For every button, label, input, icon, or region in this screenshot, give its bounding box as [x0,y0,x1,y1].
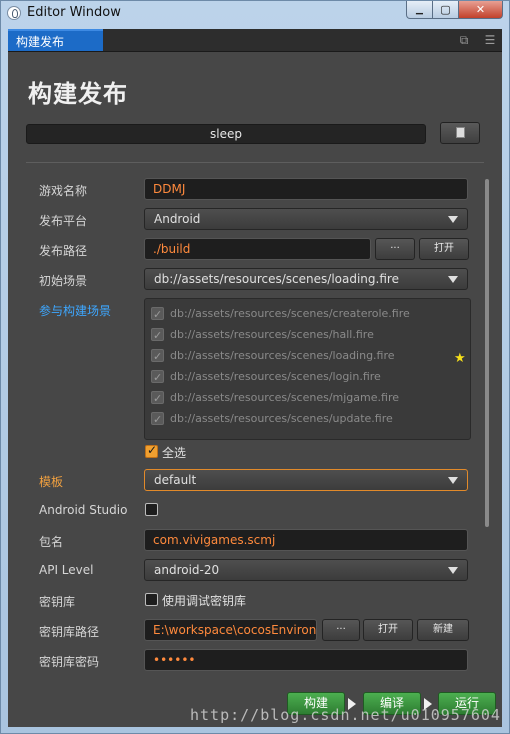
title-bar[interactable]: Editor Window ▁ ▢ ✕ [1,1,509,25]
scene-checkbox[interactable] [151,348,164,365]
android-studio-label: Android Studio [39,503,128,517]
platform-value: Android [154,212,201,226]
build-path-open-button[interactable]: 打开 [419,238,469,260]
scene-item[interactable]: db://assets/resources/scenes/hall.fire [151,326,374,344]
keystore-browse-button[interactable]: ··· [322,619,360,641]
keystore-label: 密钥库 [39,595,76,609]
minimize-button[interactable]: ▁ [406,1,433,19]
scene-item[interactable]: db://assets/resources/scenes/loading.fir… [151,347,395,365]
divider [26,162,484,163]
close-button[interactable]: ✕ [459,1,503,19]
template-label: 模板 [39,475,64,489]
keystore-password-label: 密钥库密码 [39,655,100,669]
app-icon [7,6,21,20]
chevron-down-icon [448,216,458,223]
template-value: default [154,473,197,487]
maximize-icon: ▢ [440,3,451,16]
build-path-label: 发布路径 [39,244,88,258]
start-scene-label: 初始场景 [39,274,88,288]
start-scene-value: db://assets/resources/scenes/loading.fir… [154,272,399,286]
api-level-select[interactable]: android-20 [144,559,468,581]
keystore-password-input[interactable]: •••••• [144,649,468,671]
game-name-input[interactable]: DDMJ [144,178,468,200]
minimize-icon: ▁ [416,4,423,15]
scene-item[interactable]: db://assets/resources/scenes/createrole.… [151,305,410,323]
chevron-down-icon [448,567,458,574]
scene-item[interactable]: db://assets/resources/scenes/update.fire [151,410,393,428]
close-icon: ✕ [475,3,486,16]
build-panel: 构建发布 sleep 游戏名称 DDMJ 发布平台 Android 发布路径 .… [8,52,502,727]
scene-checkbox[interactable] [151,390,164,407]
api-level-label: API Level [39,563,94,577]
page-title: 构建发布 [28,80,128,108]
scene-item[interactable]: db://assets/resources/scenes/login.fire [151,368,381,386]
star-icon: ★ [454,351,466,366]
keystore-new-button[interactable]: 新建 [417,619,469,641]
tab-build-publish[interactable]: 构建发布 [8,29,103,51]
document-icon [456,127,465,138]
select-all-label: 全选 [162,446,187,460]
package-name-input[interactable]: com.vivigames.scmj [144,529,468,551]
keystore-open-button[interactable]: 打开 [363,619,413,641]
template-select[interactable]: default [144,469,468,491]
package-name-label: 包名 [39,535,64,549]
build-path-browse-button[interactable]: ··· [375,238,415,260]
keystore-path-input[interactable]: E:\workspace\cocosEnvironme [144,619,317,641]
game-name-label: 游戏名称 [39,184,88,198]
start-scene-select[interactable]: db://assets/resources/scenes/loading.fir… [144,268,468,290]
window-controls: ▁ ▢ ✕ [406,1,503,19]
menu-icon[interactable]: ☰ [483,33,497,47]
scene-checkbox[interactable] [151,369,164,386]
scene-item[interactable]: db://assets/resources/scenes/mjgame.fire [151,389,399,407]
profile-doc-button[interactable] [440,122,480,144]
platform-label: 发布平台 [39,214,88,228]
debug-keystore-checkbox[interactable] [145,593,158,606]
popout-icon[interactable]: ⧉ [457,33,471,47]
scenes-label: 参与构建场景 [39,304,112,318]
editor-window: Editor Window ▁ ▢ ✕ 构建发布 ⧉ ☰ 构建发布 sleep … [0,0,510,734]
scrollbar[interactable] [485,179,489,527]
chevron-down-icon [448,276,458,283]
android-studio-checkbox[interactable] [145,503,158,516]
scene-checkbox[interactable] [151,411,164,428]
api-level-value: android-20 [154,563,220,577]
scene-checkbox[interactable] [151,327,164,344]
maximize-button[interactable]: ▢ [433,1,459,19]
client-area: 构建发布 ⧉ ☰ 构建发布 sleep 游戏名称 DDMJ 发布平台 Andro… [8,29,502,727]
profile-name: sleep [26,124,426,144]
chevron-down-icon [448,477,458,484]
select-all-checkbox[interactable] [145,443,158,458]
debug-keystore-label: 使用调试密钥库 [162,594,247,608]
watermark: http://blog.csdn.net/u010957604 [190,706,501,724]
scene-checkbox[interactable] [151,306,164,323]
platform-select[interactable]: Android [144,208,468,230]
build-path-input[interactable]: ./build [144,238,371,260]
keystore-path-label: 密钥库路径 [39,625,100,639]
window-title: Editor Window [27,5,121,20]
scene-list: db://assets/resources/scenes/createrole.… [144,298,471,440]
tab-bar: 构建发布 ⧉ ☰ [8,29,502,52]
